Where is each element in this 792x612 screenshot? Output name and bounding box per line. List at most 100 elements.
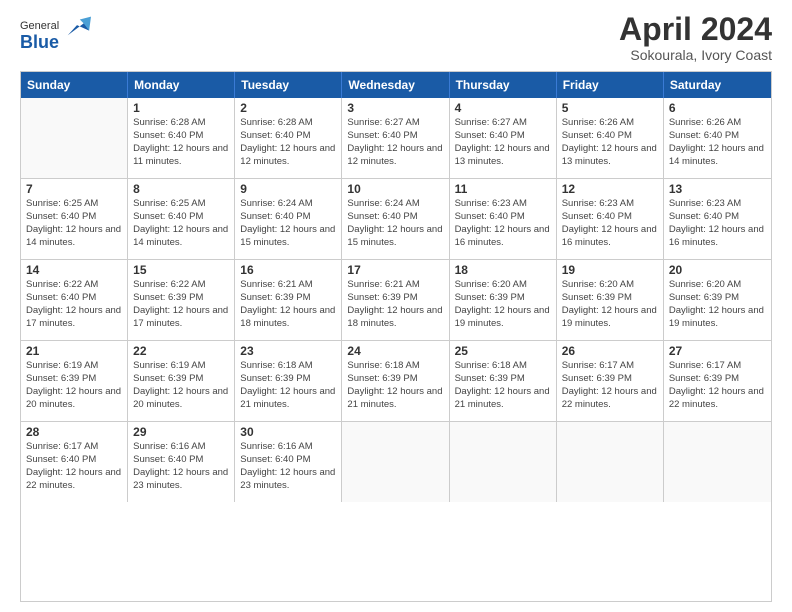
- day-info: Sunrise: 6:23 AMSunset: 6:40 PMDaylight:…: [455, 198, 551, 249]
- calendar-day-cell: 4 Sunrise: 6:27 AMSunset: 6:40 PMDaylight…: [450, 98, 557, 178]
- title-area: April 2024 Sokourala, Ivory Coast: [619, 12, 772, 63]
- day-number: 8: [133, 182, 229, 196]
- day-info: Sunrise: 6:27 AMSunset: 6:40 PMDaylight:…: [347, 117, 443, 168]
- calendar-day-cell: 6 Sunrise: 6:26 AMSunset: 6:40 PMDaylight…: [664, 98, 771, 178]
- calendar-week-row: 1 Sunrise: 6:28 AMSunset: 6:40 PMDaylight…: [21, 98, 771, 179]
- calendar-day-cell: 15 Sunrise: 6:22 AMSunset: 6:39 PMDayligh…: [128, 260, 235, 340]
- day-number: 7: [26, 182, 122, 196]
- calendar-header-cell: Tuesday: [235, 72, 342, 98]
- day-number: 6: [669, 101, 766, 115]
- day-number: 9: [240, 182, 336, 196]
- day-info: Sunrise: 6:20 AMSunset: 6:39 PMDaylight:…: [669, 279, 766, 330]
- day-number: 19: [562, 263, 658, 277]
- day-info: Sunrise: 6:27 AMSunset: 6:40 PMDaylight:…: [455, 117, 551, 168]
- subtitle: Sokourala, Ivory Coast: [619, 47, 772, 63]
- day-number: 16: [240, 263, 336, 277]
- day-info: Sunrise: 6:19 AMSunset: 6:39 PMDaylight:…: [133, 360, 229, 411]
- day-info: Sunrise: 6:17 AMSunset: 6:39 PMDaylight:…: [562, 360, 658, 411]
- calendar-week-row: 28 Sunrise: 6:17 AMSunset: 6:40 PMDayligh…: [21, 422, 771, 502]
- calendar-day-cell: 14Sunrise: 6:22 AMSunset: 6:40 PMDayligh…: [21, 260, 128, 340]
- day-info: Sunrise: 6:18 AMSunset: 6:39 PMDaylight:…: [347, 360, 443, 411]
- calendar-day-cell: 17Sunrise: 6:21 AMSunset: 6:39 PMDayligh…: [342, 260, 449, 340]
- calendar-body: 1 Sunrise: 6:28 AMSunset: 6:40 PMDaylight…: [21, 98, 771, 502]
- day-info: Sunrise: 6:26 AMSunset: 6:40 PMDaylight:…: [562, 117, 658, 168]
- day-info: Sunrise: 6:25 AMSunset: 6:40 PMDaylight:…: [133, 198, 229, 249]
- day-number: 2: [240, 101, 336, 115]
- day-number: 27: [669, 344, 766, 358]
- calendar-day-cell: 5 Sunrise: 6:26 AMSunset: 6:40 PMDaylight…: [557, 98, 664, 178]
- calendar-day-cell: 28 Sunrise: 6:17 AMSunset: 6:40 PMDayligh…: [21, 422, 128, 502]
- logo-icon: [63, 12, 91, 40]
- day-info: Sunrise: 6:19 AMSunset: 6:39 PMDaylight:…: [26, 360, 122, 411]
- day-number: 4: [455, 101, 551, 115]
- calendar-day-cell: [557, 422, 664, 502]
- calendar-day-cell: 20Sunrise: 6:20 AMSunset: 6:39 PMDayligh…: [664, 260, 771, 340]
- day-number: 29: [133, 425, 229, 439]
- day-number: 17: [347, 263, 443, 277]
- calendar: SundayMondayTuesdayWednesdayThursdayFrid…: [20, 71, 772, 602]
- day-info: Sunrise: 6:16 AMSunset: 6:40 PMDaylight:…: [240, 441, 336, 492]
- day-info: Sunrise: 6:17 AMSunset: 6:39 PMDaylight:…: [669, 360, 766, 411]
- calendar-day-cell: 26 Sunrise: 6:17 AMSunset: 6:39 PMDayligh…: [557, 341, 664, 421]
- day-info: Sunrise: 6:25 AMSunset: 6:40 PMDaylight:…: [26, 198, 122, 249]
- day-number: 28: [26, 425, 122, 439]
- day-info: Sunrise: 6:28 AMSunset: 6:40 PMDaylight:…: [240, 117, 336, 168]
- calendar-day-cell: 19 Sunrise: 6:20 AMSunset: 6:39 PMDayligh…: [557, 260, 664, 340]
- logo: General Blue: [20, 12, 91, 53]
- day-number: 13: [669, 182, 766, 196]
- day-info: Sunrise: 6:22 AMSunset: 6:40 PMDaylight:…: [26, 279, 122, 330]
- calendar-day-cell: 22 Sunrise: 6:19 AMSunset: 6:39 PMDayligh…: [128, 341, 235, 421]
- day-info: Sunrise: 6:17 AMSunset: 6:40 PMDaylight:…: [26, 441, 122, 492]
- day-number: 21: [26, 344, 122, 358]
- day-number: 3: [347, 101, 443, 115]
- day-number: 18: [455, 263, 551, 277]
- calendar-day-cell: 18 Sunrise: 6:20 AMSunset: 6:39 PMDayligh…: [450, 260, 557, 340]
- day-info: Sunrise: 6:18 AMSunset: 6:39 PMDaylight:…: [455, 360, 551, 411]
- calendar-day-cell: 11Sunrise: 6:23 AMSunset: 6:40 PMDayligh…: [450, 179, 557, 259]
- calendar-week-row: 7 Sunrise: 6:25 AMSunset: 6:40 PMDaylight…: [21, 179, 771, 260]
- calendar-day-cell: [21, 98, 128, 178]
- day-info: Sunrise: 6:24 AMSunset: 6:40 PMDaylight:…: [240, 198, 336, 249]
- day-info: Sunrise: 6:24 AMSunset: 6:40 PMDaylight:…: [347, 198, 443, 249]
- day-info: Sunrise: 6:23 AMSunset: 6:40 PMDaylight:…: [562, 198, 658, 249]
- day-number: 5: [562, 101, 658, 115]
- day-number: 10: [347, 182, 443, 196]
- calendar-day-cell: 27 Sunrise: 6:17 AMSunset: 6:39 PMDayligh…: [664, 341, 771, 421]
- calendar-day-cell: 1 Sunrise: 6:28 AMSunset: 6:40 PMDaylight…: [128, 98, 235, 178]
- day-info: Sunrise: 6:22 AMSunset: 6:39 PMDaylight:…: [133, 279, 229, 330]
- day-number: 30: [240, 425, 336, 439]
- calendar-header-cell: Friday: [557, 72, 664, 98]
- main-title: April 2024: [619, 12, 772, 47]
- day-number: 15: [133, 263, 229, 277]
- calendar-header-cell: Sunday: [21, 72, 128, 98]
- calendar-day-cell: 7 Sunrise: 6:25 AMSunset: 6:40 PMDaylight…: [21, 179, 128, 259]
- calendar-day-cell: 16 Sunrise: 6:21 AMSunset: 6:39 PMDayligh…: [235, 260, 342, 340]
- calendar-day-cell: 23Sunrise: 6:18 AMSunset: 6:39 PMDayligh…: [235, 341, 342, 421]
- calendar-day-cell: 10 Sunrise: 6:24 AMSunset: 6:40 PMDayligh…: [342, 179, 449, 259]
- day-info: Sunrise: 6:21 AMSunset: 6:39 PMDaylight:…: [240, 279, 336, 330]
- day-info: Sunrise: 6:20 AMSunset: 6:39 PMDaylight:…: [455, 279, 551, 330]
- calendar-day-cell: 2 Sunrise: 6:28 AMSunset: 6:40 PMDaylight…: [235, 98, 342, 178]
- day-info: Sunrise: 6:18 AMSunset: 6:39 PMDaylight:…: [240, 360, 336, 411]
- logo-general-text: General: [20, 20, 59, 32]
- calendar-day-cell: 21 Sunrise: 6:19 AMSunset: 6:39 PMDayligh…: [21, 341, 128, 421]
- day-number: 1: [133, 101, 229, 115]
- calendar-day-cell: [664, 422, 771, 502]
- calendar-header-cell: Thursday: [450, 72, 557, 98]
- calendar-day-cell: 12 Sunrise: 6:23 AMSunset: 6:40 PMDayligh…: [557, 179, 664, 259]
- calendar-day-cell: 29Sunrise: 6:16 AMSunset: 6:40 PMDayligh…: [128, 422, 235, 502]
- calendar-day-cell: [342, 422, 449, 502]
- calendar-week-row: 21 Sunrise: 6:19 AMSunset: 6:39 PMDayligh…: [21, 341, 771, 422]
- day-info: Sunrise: 6:20 AMSunset: 6:39 PMDaylight:…: [562, 279, 658, 330]
- day-number: 24: [347, 344, 443, 358]
- calendar-day-cell: 8 Sunrise: 6:25 AMSunset: 6:40 PMDaylight…: [128, 179, 235, 259]
- calendar-header-cell: Saturday: [664, 72, 771, 98]
- calendar-day-cell: 9 Sunrise: 6:24 AMSunset: 6:40 PMDaylight…: [235, 179, 342, 259]
- day-number: 12: [562, 182, 658, 196]
- day-number: 22: [133, 344, 229, 358]
- day-info: Sunrise: 6:28 AMSunset: 6:40 PMDaylight:…: [133, 117, 229, 168]
- day-number: 26: [562, 344, 658, 358]
- calendar-header-cell: Monday: [128, 72, 235, 98]
- header: General Blue April 2024 Sokourala, Ivory…: [0, 0, 792, 71]
- day-info: Sunrise: 6:26 AMSunset: 6:40 PMDaylight:…: [669, 117, 766, 168]
